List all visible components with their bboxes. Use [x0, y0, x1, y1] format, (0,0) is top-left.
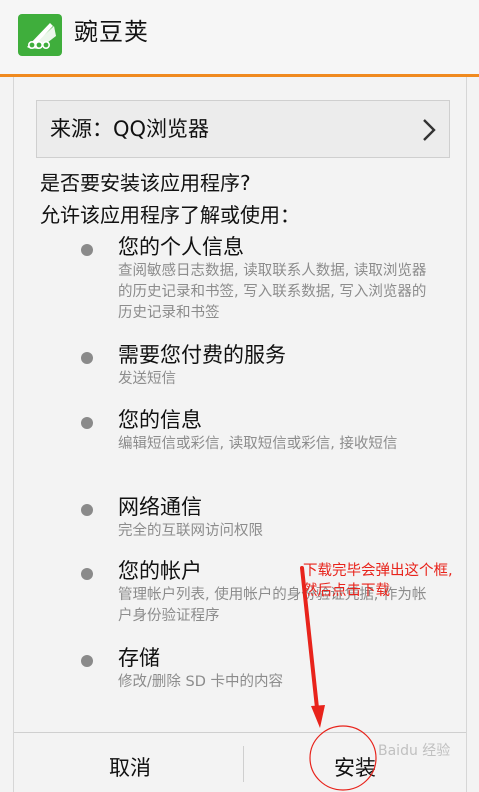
button-bar-divider: [14, 732, 466, 733]
dialog-right-edge: [466, 77, 467, 792]
permission-title: 网络通信: [118, 495, 202, 519]
annotation-note: 下载完毕会弹出这个框, 然后点击下载: [303, 563, 453, 599]
header-accent-divider: [0, 74, 479, 77]
bullet-icon: [81, 244, 93, 256]
app-header: 豌豆荚: [0, 0, 479, 74]
permission-title: 存储: [118, 646, 160, 670]
permission-title: 您的个人信息: [118, 235, 244, 259]
install-source-row[interactable]: 来源：QQ浏览器: [36, 100, 450, 158]
permission-description: 查阅敏感日志数据, 读取联系人数据, 读取浏览器的历史记录和书签, 写入联系数据…: [118, 263, 427, 321]
bullet-icon: [81, 352, 93, 364]
permission-title: 需要您付费的服务: [118, 343, 286, 367]
permission-description: 发送短信: [118, 371, 176, 387]
permission-intro: 允许该应用程序了解或使用：: [40, 203, 300, 227]
bullet-icon: [81, 655, 93, 667]
bullet-icon: [81, 568, 93, 580]
app-title: 豌豆荚: [74, 18, 149, 46]
chevron-right-icon: [421, 117, 437, 143]
permission-description: 编辑短信或彩信, 读取短信或彩信, 接收短信: [118, 436, 398, 452]
bullet-icon: [81, 417, 93, 429]
permission-description: 修改/删除 SD 卡中的内容: [118, 674, 283, 690]
permission-title: 您的信息: [118, 408, 202, 432]
watermark: Baidu 经验: [378, 743, 451, 759]
button-separator: [243, 746, 244, 782]
wandoujia-app-icon: [18, 14, 62, 56]
permission-description: 完全的互联网访问权限: [118, 523, 263, 539]
install-question: 是否要安装该应用程序?: [40, 171, 251, 195]
annotation-arrow-head: [311, 705, 325, 728]
permission-title: 您的帐户: [118, 559, 202, 583]
install-source-label: 来源：QQ浏览器: [50, 117, 210, 141]
cancel-button[interactable]: 取消: [60, 748, 200, 788]
bullet-icon: [81, 504, 93, 516]
dialog-left-edge: [13, 77, 14, 792]
